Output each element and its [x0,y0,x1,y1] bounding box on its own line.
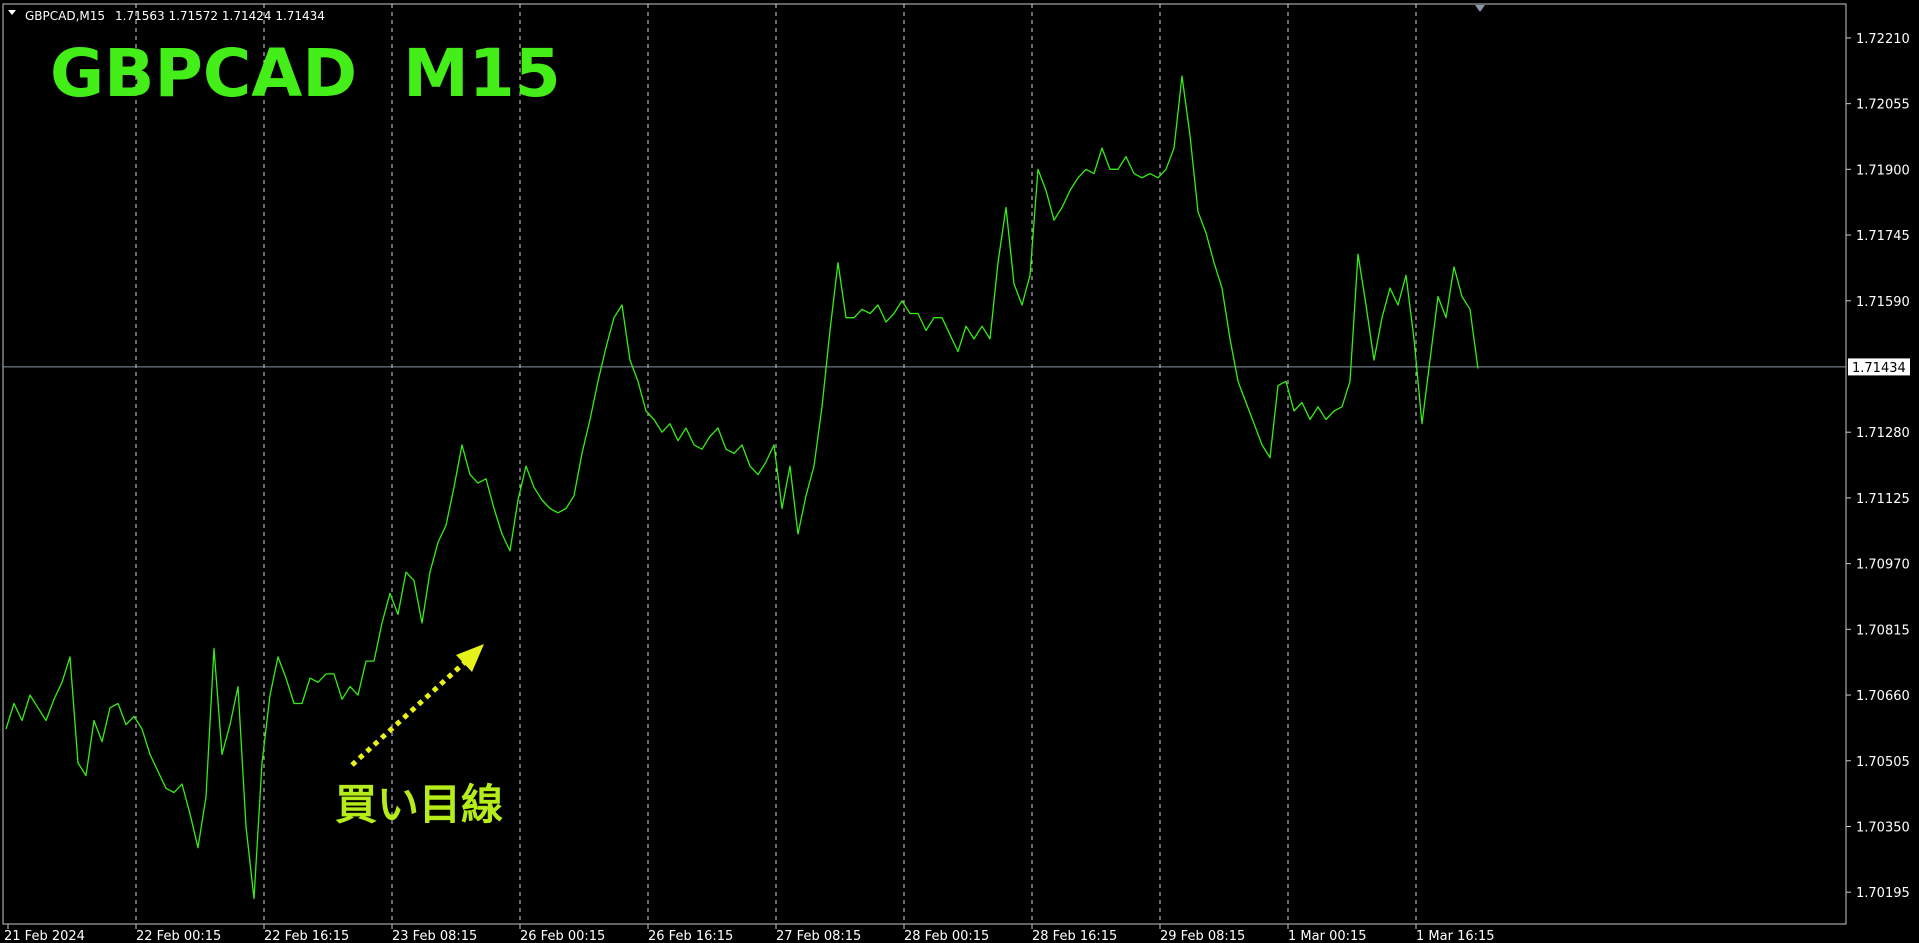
current-price-label: 1.71434 [1852,361,1906,376]
y-tick-label: 1.72055 [1856,98,1910,113]
x-tick-label: 28 Feb 16:15 [1032,929,1117,943]
x-tick-label: 26 Feb 00:15 [520,929,605,943]
x-tick-label: 29 Feb 08:15 [1160,929,1245,943]
x-tick-label: 27 Feb 08:15 [776,929,861,943]
y-tick-label: 1.70350 [1856,820,1910,835]
y-tick-label: 1.71900 [1856,163,1910,178]
y-tick-label: 1.70660 [1856,689,1910,704]
y-tick-label: 1.71590 [1856,295,1910,310]
y-tick-label: 1.71125 [1856,492,1910,507]
ohlc-values: 1.71563 1.71572 1.71424 1.71434 [115,9,325,23]
x-tick-label: 21 Feb 2024 [4,929,85,943]
x-tick-label: 28 Feb 00:15 [904,929,989,943]
x-tick-label: 22 Feb 16:15 [264,929,349,943]
buy-bias-annotation: 買い目線 [335,780,503,829]
symbol-header[interactable]: GBPCAD,M15 1.71563 1.71572 1.71424 1.714… [8,9,325,23]
y-tick-label: 1.71280 [1856,426,1910,441]
y-tick-label: 1.70970 [1856,558,1910,573]
x-tick-label: 1 Mar 00:15 [1288,929,1367,943]
y-tick-label: 1.70505 [1856,755,1910,770]
y-tick-label: 1.70195 [1856,886,1910,901]
symbol-label: GBPCAD,M15 [25,9,105,23]
y-tick-label: 1.70815 [1856,623,1910,638]
current-price-marker: 1.71434 [1848,358,1910,376]
x-tick-label: 22 Feb 00:15 [136,929,221,943]
chart-title: GBPCAD M15 [50,35,561,112]
x-tick-label: 26 Feb 16:15 [648,929,733,943]
x-tick-label: 23 Feb 08:15 [392,929,477,943]
x-tick-label: 1 Mar 16:15 [1416,929,1495,943]
y-tick-label: 1.71745 [1856,229,1910,244]
price-chart[interactable]: 1.72210 1.72055 1.71900 1.71745 1.71590 1.712… [0,0,1919,943]
chart-background [0,0,1919,943]
y-tick-label: 1.72210 [1856,32,1910,47]
